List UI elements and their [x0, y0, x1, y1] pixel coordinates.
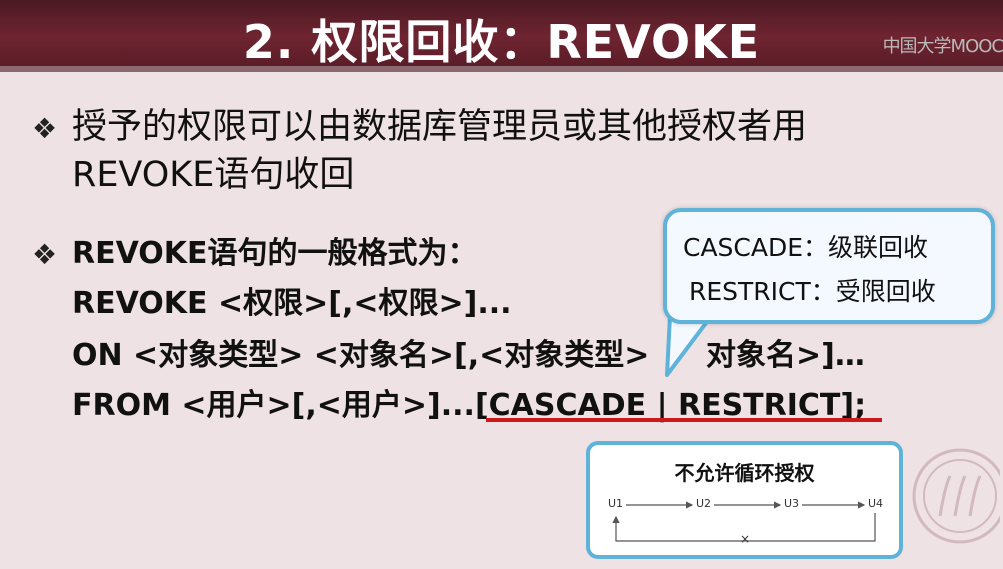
callout-bubble: CASCADE：级联回收 RESTRICT：受限回收 — [663, 208, 995, 324]
callout-restrict: RESTRICT：受限回收 — [689, 277, 936, 306]
cross-mark: × — [740, 532, 751, 546]
callout-cascade: CASCADE：级联回收 — [683, 233, 929, 262]
syntax-line-2: ON <对象类型> <对象名>[,<对象类型> — [72, 338, 650, 373]
red-underline — [486, 418, 882, 422]
slide-content: ❖ 授予的权限可以由数据库管理员或其他授权者用 REVOKE语句收回 ❖ REVOK… — [0, 0, 1003, 569]
callout-tail — [665, 315, 714, 377]
bullet1-continuation: REVOKE语句收回 — [72, 155, 355, 195]
bullet1: ❖ 授予的权限可以由数据库管理员或其他授权者用 — [32, 98, 807, 149]
cycle-diagram: 不允许循环授权 U1 U2 U3 U4 × — [586, 441, 903, 559]
bullet2: ❖ REVOKE语句的一般格式为： — [32, 228, 478, 272]
syntax-line-1: REVOKE <权限>[,<权限>]... — [72, 286, 512, 321]
university-emblem-icon — [912, 448, 1000, 544]
bullet2-text: REVOKE语句的一般格式为： — [72, 236, 478, 271]
bullet-diamond-icon: ❖ — [32, 111, 58, 145]
bullet-diamond-icon: ❖ — [32, 238, 58, 271]
bullet1-text: 授予的权限可以由数据库管理员或其他授权者用 — [72, 107, 808, 147]
